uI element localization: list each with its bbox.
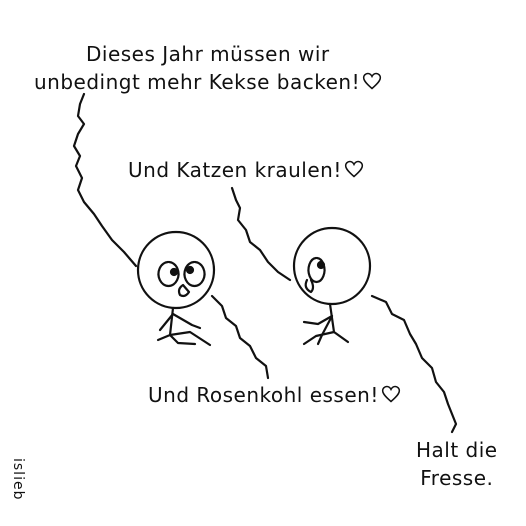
- speech-tail: [370, 294, 458, 434]
- speech-caption-1-line-1: Dieses Jahr müssen wir: [86, 42, 330, 66]
- speech-caption-4: Halt die Fresse.: [416, 436, 498, 492]
- speech-tail: [230, 186, 292, 282]
- artist-signature: islieb: [10, 458, 26, 501]
- comic-panel: Dieses Jahr müssen wir unbedingt mehr Ke…: [0, 0, 526, 526]
- heart-icon: [344, 160, 363, 178]
- left-figure-eye: [183, 260, 206, 288]
- speech-caption-1: Dieses Jahr müssen wir unbedingt mehr Ke…: [34, 40, 382, 96]
- speech-caption-2: Und Katzen kraulen!: [128, 156, 364, 184]
- speech-caption-3-text: Und Rosenkohl essen!: [148, 383, 379, 407]
- heart-icon: [381, 385, 400, 403]
- speech-caption-2-text: Und Katzen kraulen!: [128, 158, 342, 182]
- heart-icon: [363, 72, 382, 90]
- speech-caption-1-line-2-text: unbedingt mehr Kekse backen!: [34, 70, 361, 94]
- speech-caption-3: Und Rosenkohl essen!: [148, 381, 401, 409]
- speech-tail: [210, 294, 270, 380]
- speech-tail: [72, 92, 138, 268]
- right-figure-head: [292, 226, 372, 306]
- speech-caption-4-line-2: Fresse.: [420, 466, 494, 490]
- speech-caption-4-line-1: Halt die: [416, 438, 498, 462]
- right-figure-body: [328, 302, 350, 344]
- speech-caption-1-line-2: unbedingt mehr Kekse backen!: [34, 68, 382, 96]
- left-figure-mouth: [177, 283, 191, 298]
- right-figure-mouth: [304, 278, 315, 294]
